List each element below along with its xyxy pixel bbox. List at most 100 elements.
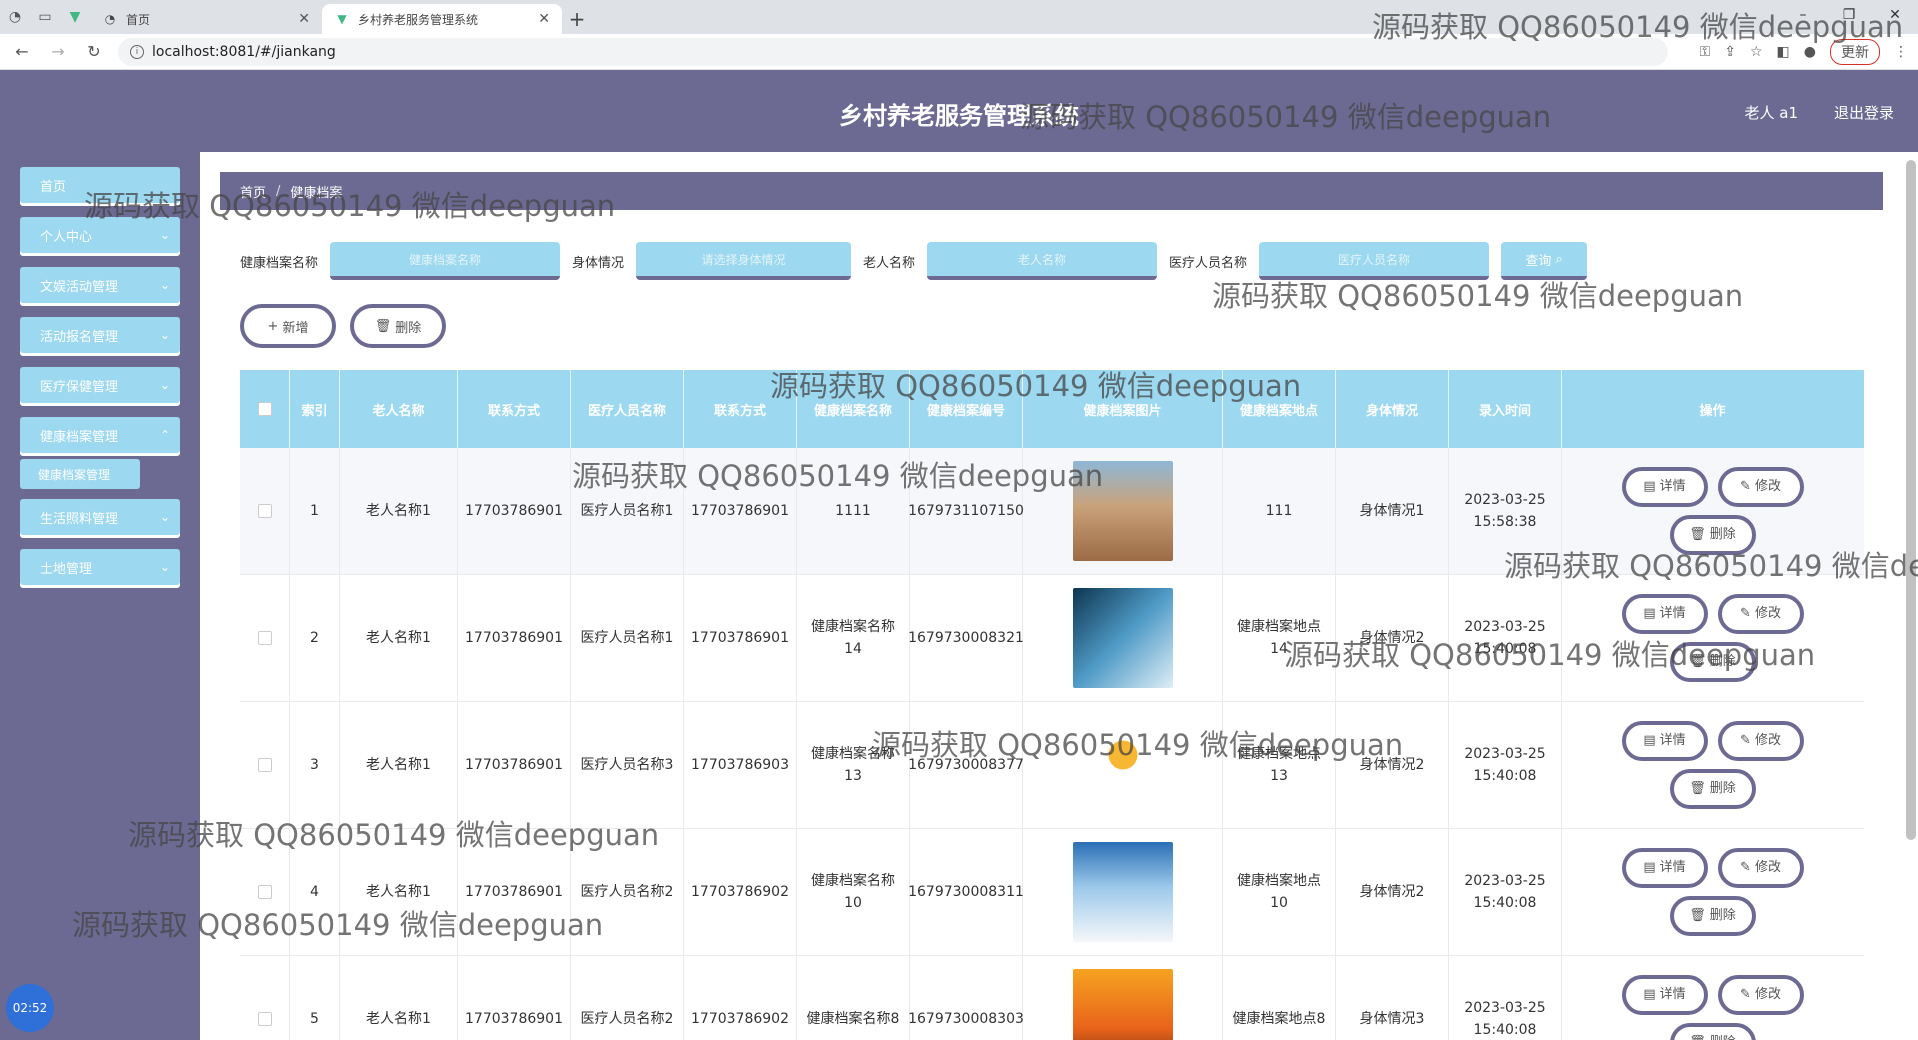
table-row[interactable]: 1 老人名称1 17703786901 医疗人员名称1 17703786901 1111 1… [240,448,1864,575]
row-checkbox-cell[interactable] [240,829,290,955]
elder-name-input[interactable]: 老人名称 [927,242,1158,280]
window-close-icon[interactable]: ✕ [1872,0,1918,30]
sidebar-item-health-records[interactable]: 健康档案管理 ⌃ [20,417,180,453]
edit-button[interactable]: ✎ 修改 [1717,594,1804,634]
image-cell [1023,448,1223,574]
sidepanel-icon[interactable]: ◧ [1777,44,1790,60]
row-checkbox-cell[interactable] [240,702,290,828]
search-button[interactable]: 查询 ⌕ [1501,242,1588,280]
logout-link[interactable]: 退出登录 [1834,102,1894,123]
close-icon[interactable]: ✕ [528,11,550,27]
edit-button[interactable]: ✎ 修改 [1717,721,1804,761]
checkbox[interactable] [257,1012,272,1026]
health-record-image[interactable] [1072,588,1173,688]
star-icon[interactable]: ☆ [1750,44,1763,60]
header-cell[interactable]: 老人名称 [340,370,458,448]
row-checkbox-cell[interactable] [240,956,290,1040]
table-row[interactable]: 3 老人名称1 17703786901 医疗人员名称3 17703786903 健康档案名… [240,702,1864,829]
back-icon[interactable]: ← [8,38,36,66]
tab-system[interactable]: ▼ 乡村养老服务管理系统 ✕ [322,4,562,34]
page-scrollbar[interactable] [1906,160,1916,840]
sidebar-item-home[interactable]: 首页 [20,167,180,203]
delete-button[interactable]: 🗑删除 [1669,515,1756,555]
close-icon[interactable]: ✕ [288,11,310,27]
edit-button[interactable]: ✎ 修改 [1717,467,1804,507]
header-cell[interactable]: 健康档案图片 [1023,370,1223,448]
delete-button[interactable]: 🗑删除 [1669,769,1756,809]
maximize-icon[interactable]: ❐ [1826,0,1872,30]
trash-icon: 🗑 [1689,1032,1706,1040]
add-button[interactable]: + 新增 [240,304,336,348]
health-record-image[interactable] [1072,969,1173,1040]
detail-button[interactable]: ▤ 详情 [1621,975,1708,1015]
select-all-checkbox[interactable] [240,370,290,448]
menu-icon[interactable]: ⋮ [1894,44,1908,60]
tab-home[interactable]: ◔ 首页 ✕ [90,4,322,34]
checkbox[interactable] [257,402,272,416]
header-cell[interactable]: 录入时间 [1449,370,1562,448]
header-cell[interactable]: 联系方式 [458,370,571,448]
delete-button[interactable]: 🗑删除 [1669,896,1756,936]
delete-button[interactable]: 🗑删除 [1669,642,1756,682]
checkbox[interactable] [257,504,272,518]
sidebar-item-profile[interactable]: 个人中心 ⌄ [20,217,180,253]
cell-index: 5 [290,956,340,1040]
sidebar-item-signup[interactable]: 活动报名管理 ⌄ [20,317,180,353]
new-tab-button[interactable]: + [562,4,592,34]
checkbox[interactable] [257,631,272,645]
bulk-delete-button[interactable]: 🗑 删除 [350,304,446,348]
checkbox[interactable] [257,758,272,772]
share-icon[interactable]: ⇪ [1724,44,1736,60]
record-name-input[interactable]: 健康档案名称 [330,242,561,280]
reload-icon[interactable]: ↻ [80,38,108,66]
edit-button[interactable]: ✎ 修改 [1717,975,1804,1015]
medic-name-input[interactable]: 医疗人员名称 [1259,242,1490,280]
sidebar-item-land[interactable]: 土地管理 ⌄ [20,549,180,585]
header-cell[interactable]: 健康档案编号 [910,370,1023,448]
table-row[interactable]: 5 老人名称1 17703786901 医疗人员名称2 17703786902 健康档案名… [240,956,1864,1040]
header-cell[interactable]: 医疗人员名称 [571,370,684,448]
profile-icon[interactable]: ● [1804,44,1816,60]
health-record-image[interactable] [1072,715,1173,815]
condition-select[interactable]: 请选择身体情况 [636,242,852,280]
pinned-tab-icon[interactable]: ◔ [0,0,30,34]
document-icon: ▤ [1643,479,1656,494]
detail-button[interactable]: ▤ 详情 [1621,594,1708,634]
table-row[interactable]: 2 老人名称1 17703786901 医疗人员名称1 17703786901 健康档案名… [240,575,1864,702]
document-icon: ▤ [1643,606,1656,621]
header-cell[interactable]: 健康档案地点 [1223,370,1336,448]
checkbox[interactable] [257,885,272,899]
document-icon: ▤ [1643,860,1656,875]
cell-record-name: 1111 [797,448,910,574]
sidebar-item-living-care[interactable]: 生活照料管理 ⌄ [20,499,180,535]
cell-elder: 老人名称1 [340,448,458,574]
header-cell[interactable]: 联系方式 [684,370,797,448]
update-button[interactable]: 更新 [1830,38,1880,65]
sidebar-item-activities[interactable]: 文娱活动管理 ⌄ [20,267,180,303]
delete-button[interactable]: 🗑删除 [1669,1023,1756,1040]
header-cell[interactable]: 健康档案名称 [797,370,910,448]
health-record-image[interactable] [1072,842,1173,942]
row-checkbox-cell[interactable] [240,575,290,701]
header-cell[interactable]: 身体情况 [1336,370,1449,448]
minimize-icon[interactable]: – [1780,0,1826,30]
pinned-tab-blank-icon[interactable]: ▭ [30,0,60,34]
detail-button[interactable]: ▤ 详情 [1621,848,1708,888]
sidebar-subitem-health-records[interactable]: 健康档案管理 [20,459,140,489]
cell-record-name: 健康档案名称14 [797,575,910,701]
sidebar-item-medical[interactable]: 医疗保健管理 ⌄ [20,367,180,403]
cell-medic: 医疗人员名称1 [571,575,684,701]
table-row[interactable]: 4 老人名称1 17703786901 医疗人员名称2 17703786902 健康档案名… [240,829,1864,956]
vue-tab-icon[interactable]: ▼ [60,0,90,34]
health-record-image[interactable] [1072,461,1173,561]
url-bar[interactable]: i localhost:8081/#/jiankang [118,37,1668,66]
forward-icon[interactable]: → [44,38,72,66]
cell-time: 2023-03-25 15:40:08 [1449,702,1562,828]
info-icon[interactable]: i [130,44,144,59]
detail-button[interactable]: ▤ 详情 [1621,467,1708,507]
edit-button[interactable]: ✎ 修改 [1717,848,1804,888]
key-icon[interactable]: ⚿ [1700,44,1711,60]
detail-button[interactable]: ▤ 详情 [1621,721,1708,761]
row-checkbox-cell[interactable] [240,448,290,574]
breadcrumb-home[interactable]: 首页 [240,182,266,201]
